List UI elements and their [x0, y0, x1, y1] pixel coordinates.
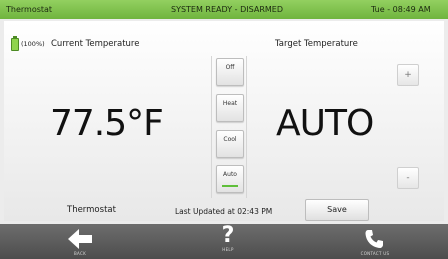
arrow-left-icon: [68, 229, 92, 249]
decrease-target-button[interactable]: -: [397, 167, 419, 189]
question-icon: ?: [221, 223, 235, 248]
target-temp-label: Target Temperature: [275, 39, 358, 49]
app-title: Thermostat: [6, 5, 53, 14]
device-name: Thermostat: [67, 205, 116, 215]
current-temp-label: Current Temperature: [51, 39, 140, 49]
selected-indicator: [222, 185, 238, 187]
mode-heat-button[interactable]: Heat: [216, 94, 244, 122]
phone-icon: [365, 230, 383, 248]
target-temperature: AUTO: [276, 103, 374, 144]
current-temperature: 77.5°F: [50, 103, 164, 144]
last-updated: Last Updated at 02:43 PM: [175, 207, 273, 216]
top-status-bar: Thermostat SYSTEM READY - DISARMED Tue -…: [0, 0, 448, 19]
battery-level: (100%): [21, 40, 45, 48]
save-button[interactable]: Save: [305, 199, 369, 221]
battery-icon: [11, 36, 19, 51]
nav-back[interactable]: BACK: [35, 224, 125, 259]
date-time: Tue - 08:49 AM: [371, 5, 431, 14]
divider-left: [211, 56, 212, 198]
mode-cool-button[interactable]: Cool: [216, 130, 244, 158]
nav-contact[interactable]: CONTACT US: [330, 224, 420, 259]
increase-target-button[interactable]: +: [397, 64, 419, 86]
mode-auto-button[interactable]: Auto: [216, 165, 244, 193]
system-status: SYSTEM READY - DISARMED: [171, 5, 283, 14]
bottom-nav: BACK ? HELP CONTACT US: [0, 224, 448, 259]
divider-right: [246, 56, 247, 198]
nav-help[interactable]: ? HELP: [183, 224, 273, 259]
mode-off-button[interactable]: Off: [216, 58, 244, 86]
